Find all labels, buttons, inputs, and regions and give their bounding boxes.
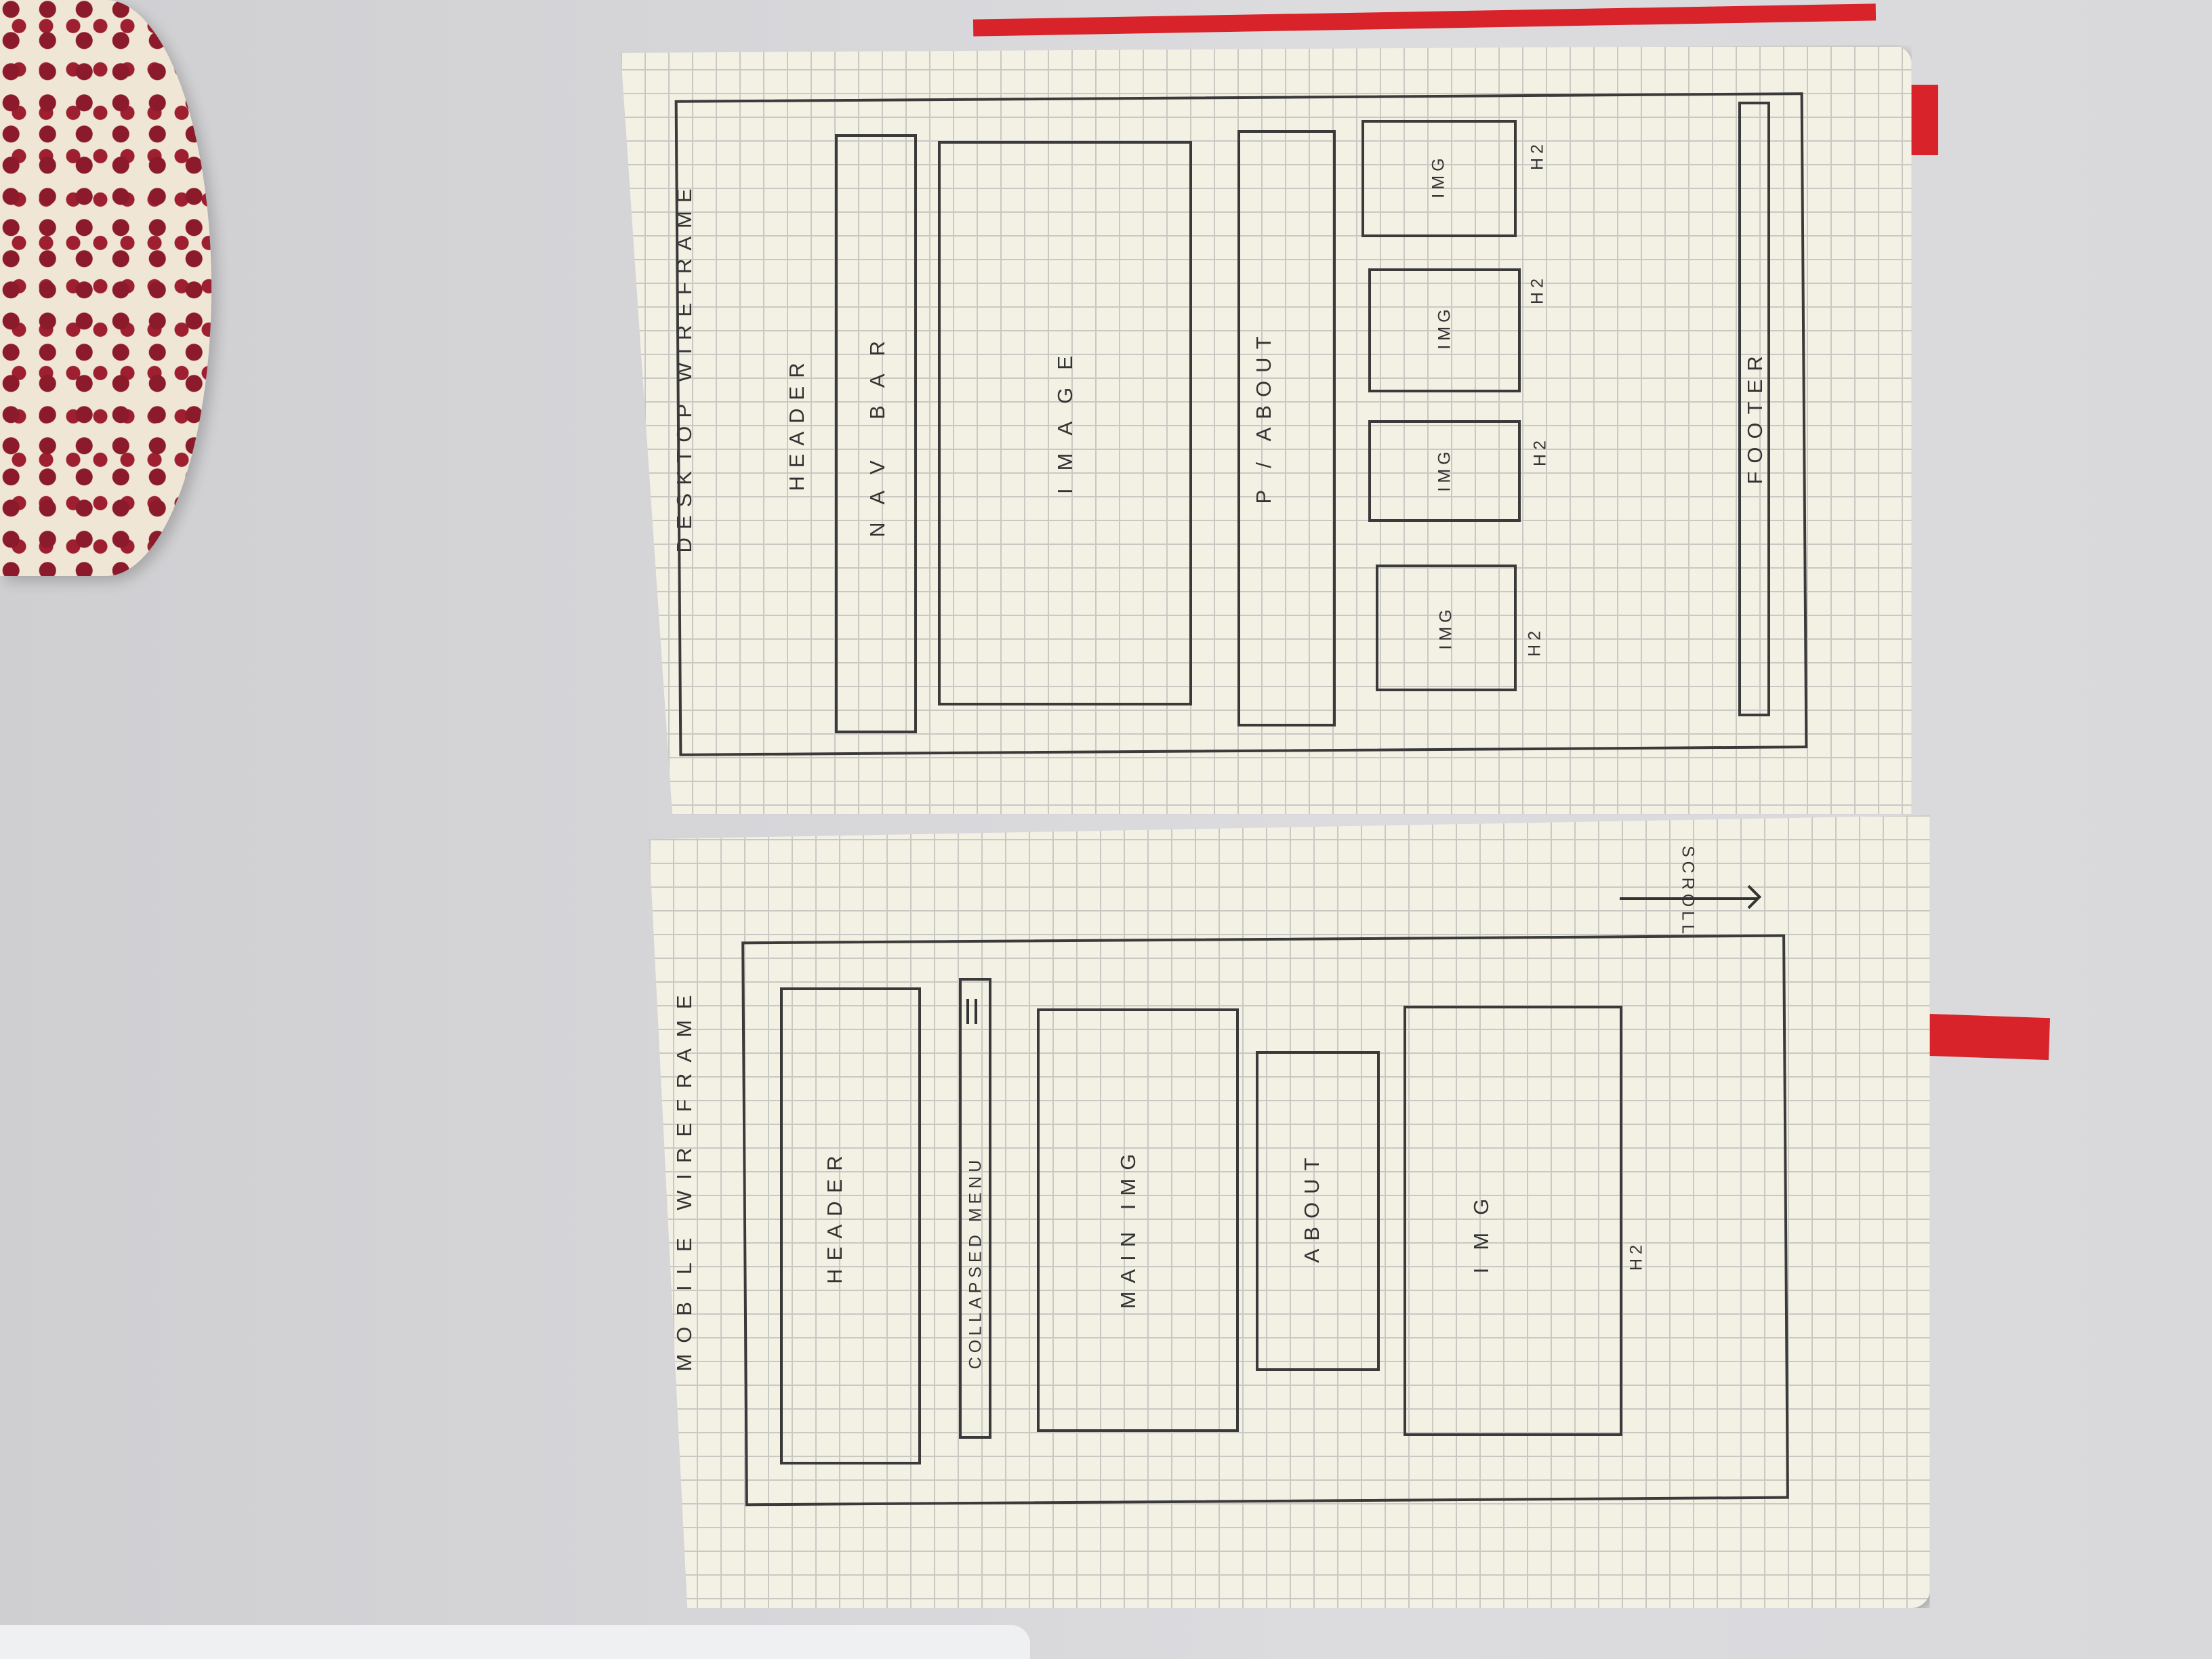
mobile-img-box	[1404, 1006, 1622, 1437]
desktop-nav-label: NAV BAR	[865, 323, 889, 537]
desktop-footer-label: FOOTER	[1742, 348, 1767, 485]
hamburger-icon	[966, 998, 978, 1025]
desktop-image-label: IMAGE	[1052, 338, 1077, 495]
bookmark-ribbon	[1925, 1013, 2051, 1061]
scroll-label: SCROLL	[1678, 845, 1698, 938]
mobile-header-label: HEADER	[823, 1147, 847, 1284]
scroll-arrow-icon	[1619, 897, 1758, 900]
mobile-main-img-label: MAIN IMG	[1116, 1145, 1141, 1309]
h2-label: H2	[1528, 274, 1547, 304]
img-label: IMG	[1435, 447, 1454, 492]
h2-label: H2	[1530, 436, 1550, 467]
mobile-h2-label: H2	[1626, 1240, 1646, 1271]
desktop-about-label: P / ABOUT	[1252, 328, 1276, 504]
img-label: IMG	[1436, 605, 1456, 650]
mobile-header-box	[780, 987, 922, 1465]
photo: DESKTOP WIREFRAME HEADER NAV BAR IMAGE P…	[0, 0, 2212, 1659]
bookmark-ribbon	[973, 3, 1877, 37]
img-label: IMG	[1429, 154, 1448, 199]
mobile-img-label: IMG	[1469, 1181, 1493, 1274]
laptop-edge	[0, 1625, 1030, 1659]
img-label: IMG	[1435, 305, 1454, 350]
h2-label: H2	[1525, 627, 1544, 657]
mobile-about-label: ABOUT	[1299, 1149, 1324, 1263]
h2-label: H2	[1528, 140, 1547, 170]
speckled-plate	[0, 0, 211, 576]
desktop-header-label: HEADER	[785, 354, 809, 492]
mobile-title: MOBILE WIREFRAME	[672, 984, 696, 1372]
mobile-menu-label: COLLAPSED MENU	[966, 1155, 985, 1370]
